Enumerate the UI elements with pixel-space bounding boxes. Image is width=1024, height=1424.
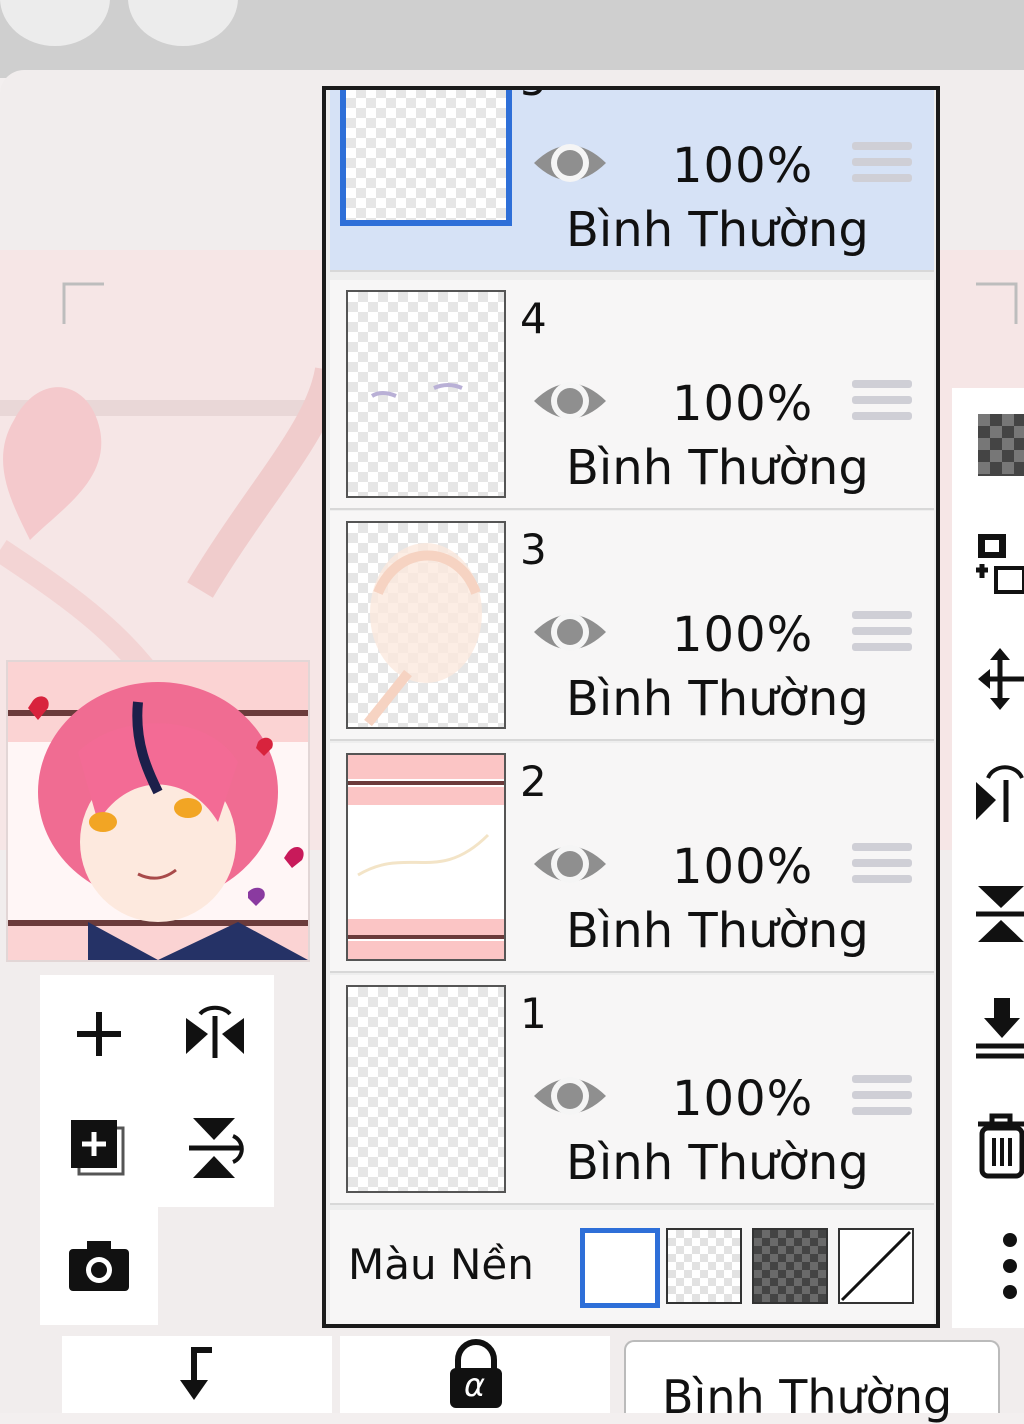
bg-swatch-transparent-dark[interactable] xyxy=(752,1228,828,1304)
add-layer-button[interactable] xyxy=(54,989,144,1079)
bg-swatch-transparent-light[interactable] xyxy=(666,1228,742,1304)
layer-tools-left xyxy=(40,975,274,1207)
background-color-row: Màu Nền xyxy=(330,1210,934,1324)
flip-vertical-icon xyxy=(189,1118,244,1178)
layer-blend-mode[interactable]: Bình Thường xyxy=(566,1135,869,1191)
drag-handle-icon[interactable] xyxy=(852,611,912,659)
layer-opacity[interactable]: 100% xyxy=(672,607,813,663)
camera-icon xyxy=(69,1241,129,1291)
merge-down-icon xyxy=(976,998,1024,1059)
layer-number: 4 xyxy=(520,294,547,343)
canvas-preview[interactable] xyxy=(6,660,310,962)
layer-row[interactable]: 4 100% Bình Thường xyxy=(330,280,934,510)
camera-button[interactable] xyxy=(54,1221,144,1311)
flip-icon xyxy=(976,765,1024,822)
visibility-eye-icon[interactable] xyxy=(530,603,610,661)
flip-layer-button[interactable] xyxy=(974,760,1024,830)
clipping-icon xyxy=(180,1347,212,1400)
transparency-icon xyxy=(978,414,1024,476)
merge-icon xyxy=(976,886,1024,942)
merge-layer-button[interactable] xyxy=(974,878,1024,948)
layer-row[interactable]: 3 100% Bình Thường xyxy=(330,511,934,741)
redo-button[interactable] xyxy=(128,0,238,46)
flip-vertical-button[interactable] xyxy=(170,1103,260,1193)
layer-opacity[interactable]: 100% xyxy=(672,1071,813,1127)
flip-horizontal-button[interactable] xyxy=(170,989,260,1079)
layer-thumbnail[interactable] xyxy=(346,985,506,1193)
layer-tools-left-bottom xyxy=(40,1207,158,1325)
delete-layer-button[interactable] xyxy=(974,1110,1024,1180)
layer-row[interactable]: 2 100% Bình Thường xyxy=(330,743,934,973)
flip-horizontal-icon xyxy=(186,1005,244,1058)
alpha-lock-tab[interactable]: α xyxy=(340,1336,610,1413)
drag-handle-icon[interactable] xyxy=(852,1075,912,1123)
layer-number: 3 xyxy=(520,525,547,574)
add-layer-copy-icon xyxy=(71,1120,125,1176)
top-bar xyxy=(0,0,1024,78)
layer-number: 1 xyxy=(520,989,547,1038)
layer-thumbnail[interactable] xyxy=(346,521,506,729)
layer-blend-mode[interactable]: Bình Thường xyxy=(566,903,869,959)
trash-icon xyxy=(978,1113,1024,1179)
add-layer-copy-button[interactable] xyxy=(54,1103,144,1193)
transparency-button[interactable] xyxy=(974,410,1024,480)
layer-blend-mode[interactable]: Bình Thường xyxy=(566,671,869,727)
move-icon xyxy=(978,648,1024,710)
layer-thumbnail[interactable] xyxy=(346,290,506,498)
visibility-eye-icon[interactable] xyxy=(530,835,610,893)
more-options-button[interactable] xyxy=(974,1226,1024,1299)
bg-swatch-white[interactable] xyxy=(580,1228,660,1308)
layer-opacity[interactable]: 100% xyxy=(672,839,813,895)
layer-panel: 5 100% Bình Thường 4 100% Bình Thường 3 100% Bìn… xyxy=(322,86,940,1328)
visibility-eye-icon[interactable] xyxy=(530,1067,610,1125)
layer-thumbnail[interactable] xyxy=(340,90,512,226)
layer-number: 2 xyxy=(520,757,547,806)
drag-handle-icon[interactable] xyxy=(852,843,912,891)
layer-opacity[interactable]: 100% xyxy=(672,376,813,432)
artwork-thumbnail xyxy=(8,662,308,960)
drag-handle-icon[interactable] xyxy=(852,380,912,428)
layer-number: 5 xyxy=(520,90,547,105)
layer-blend-mode[interactable]: Bình Thường xyxy=(566,202,869,258)
merge-down-button[interactable] xyxy=(974,994,1024,1064)
add-layer-icon xyxy=(77,1012,121,1056)
layer-opacity[interactable]: 100% xyxy=(672,138,813,194)
layer-from-selection-button[interactable] xyxy=(974,526,1024,596)
visibility-eye-icon[interactable] xyxy=(530,372,610,430)
blend-mode-label: Bình Thường xyxy=(662,1370,953,1424)
layer-thumbnail[interactable] xyxy=(346,753,506,961)
layer-row[interactable]: 5 100% Bình Thường xyxy=(330,90,934,272)
alpha-lock-label: α xyxy=(464,1366,486,1404)
background-color-label: Màu Nền xyxy=(348,1240,534,1289)
bg-swatch-none[interactable] xyxy=(838,1228,914,1304)
blend-mode-selector[interactable]: Bình Thường xyxy=(624,1340,1000,1424)
layer-row[interactable]: 1 100% Bình Thường xyxy=(330,975,934,1205)
layer-from-selection-icon xyxy=(976,534,1024,594)
no-background-icon xyxy=(840,1230,912,1302)
undo-button[interactable] xyxy=(0,0,110,46)
layer-tools-right xyxy=(952,388,1024,1328)
move-layer-button[interactable] xyxy=(974,644,1024,714)
layer-blend-mode[interactable]: Bình Thường xyxy=(566,440,869,496)
visibility-eye-icon[interactable] xyxy=(530,134,610,192)
clipping-tab[interactable] xyxy=(62,1336,332,1413)
drag-handle-icon[interactable] xyxy=(852,142,912,190)
more-icon xyxy=(1003,1233,1017,1299)
